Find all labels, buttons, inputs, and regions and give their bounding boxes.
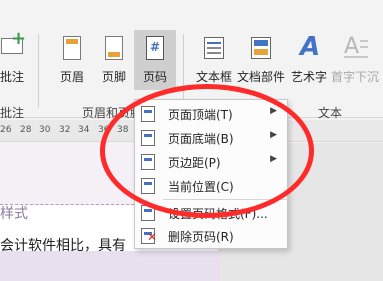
footer-label: 页脚	[101, 70, 126, 84]
add-comment-icon: +	[0, 30, 27, 64]
ruler-tick: 34	[78, 125, 90, 135]
quick-parts-icon	[246, 34, 276, 64]
menu-item-remove-page-numbers[interactable]: ✕ 删除页码(R)	[135, 224, 287, 248]
header-icon	[57, 34, 87, 64]
header-button[interactable]: 页眉	[54, 30, 90, 85]
wordart-icon: A	[300, 32, 321, 62]
text-box-button[interactable]: 文本框	[193, 30, 235, 85]
ruler-tick: 30	[39, 125, 51, 135]
page-number-label: 页码	[142, 70, 167, 84]
quick-parts-button[interactable]: 文档部件	[236, 30, 286, 85]
header-label: 页眉	[59, 70, 84, 84]
footer-button[interactable]: 页脚	[96, 30, 132, 85]
group-label-text: 文本	[318, 106, 343, 120]
drop-cap-label: 首字下沉	[330, 70, 379, 84]
body-text: 会计软件相比，具有	[0, 238, 126, 254]
comment-label: 批注	[0, 70, 24, 84]
comment-button[interactable]: + 批注	[0, 30, 30, 85]
annotation-circle	[100, 84, 314, 218]
ruler-tick: 32	[59, 125, 71, 135]
wordart-button[interactable]: A 艺术字	[288, 30, 330, 85]
group-separator	[38, 34, 39, 108]
text-box-icon	[199, 34, 229, 64]
drop-cap-button[interactable]: A 首字下沉	[330, 30, 380, 85]
ruler-tick: 26	[0, 125, 12, 135]
page-number-button[interactable]: # 页码	[134, 30, 176, 90]
drop-cap-icon: A	[340, 34, 370, 64]
quick-parts-label: 文档部件	[236, 70, 285, 84]
text-box-label: 文本框	[195, 70, 232, 84]
ruler-tick: 28	[20, 125, 32, 135]
menu-item-label: 删除页码(R)	[168, 230, 234, 244]
wordart-label: 艺术字	[290, 70, 327, 84]
style-text: 样式	[0, 206, 28, 222]
group-label-comments: 批注	[0, 106, 25, 120]
page-number-icon: #	[140, 34, 170, 64]
delete-x-icon: ✕	[147, 230, 158, 244]
text-highlight	[0, 251, 220, 281]
footer-icon	[99, 34, 129, 64]
